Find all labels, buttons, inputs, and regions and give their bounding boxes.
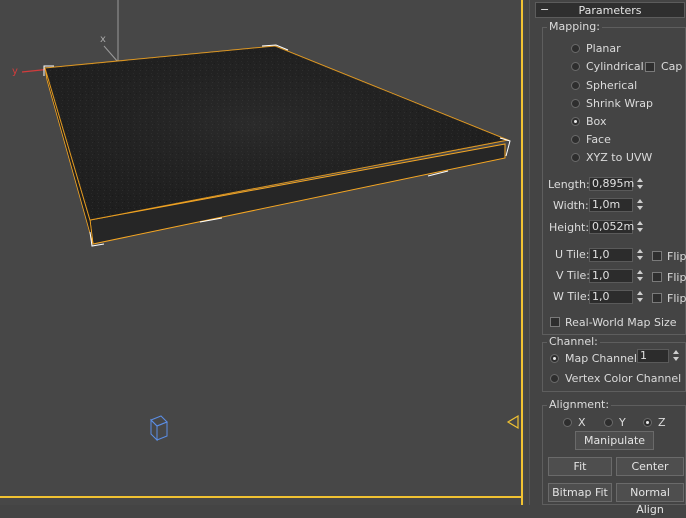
u-tile-input[interactable]: 1,0	[589, 248, 633, 262]
mapping-option-label: Spherical	[586, 79, 638, 92]
flip-label: Flip	[667, 292, 686, 305]
align-z-label: Z	[658, 416, 666, 429]
mapping-option-label: Shrink Wrap	[586, 97, 653, 110]
axis-y-label: y	[12, 66, 18, 77]
w-tile-input[interactable]: 1,0	[589, 290, 633, 304]
height-label: Height:	[549, 221, 590, 234]
width-spinner[interactable]	[636, 198, 645, 212]
align-x-label: X	[578, 416, 586, 429]
v-tile-spinner[interactable]	[636, 269, 645, 283]
length-input[interactable]: 0,895m	[589, 177, 634, 191]
flip-label: Flip	[667, 271, 686, 284]
v-tile-input[interactable]: 1,0	[589, 269, 633, 283]
width-label: Width:	[553, 199, 589, 212]
alignment-label: Alignment:	[547, 398, 612, 411]
mapping-option-label: Cylindrical	[586, 60, 644, 73]
axis-x-label: x	[100, 34, 106, 45]
cap-checkbox[interactable]	[645, 62, 655, 72]
v-flip-checkbox[interactable]	[652, 272, 662, 282]
real-world-map-size-label: Real-World Map Size	[565, 316, 677, 329]
mapping-option-label: Face	[586, 133, 611, 146]
v-tile-label: V Tile:	[556, 269, 590, 282]
radio-xyz-to-uvw[interactable]	[571, 153, 580, 162]
u-tile-spinner[interactable]	[636, 248, 645, 262]
length-spinner[interactable]	[636, 177, 645, 191]
align-x-radio[interactable]	[563, 418, 572, 427]
radio-planar[interactable]	[571, 44, 580, 53]
map-channel-input[interactable]: 1	[637, 349, 669, 363]
radio-box[interactable]	[571, 117, 580, 126]
w-tile-label: W Tile:	[553, 290, 591, 303]
height-input[interactable]: 0,052m	[589, 220, 634, 234]
parameters-rollout-header[interactable]: − Parameters	[535, 2, 685, 18]
mapping-option-label: Box	[586, 115, 607, 128]
align-y-radio[interactable]	[604, 418, 613, 427]
viewport-edge-marker-icon	[506, 414, 519, 430]
align-y-label: Y	[619, 416, 626, 429]
bitmap-fit-button[interactable]: Bitmap Fit	[548, 483, 612, 502]
mapping-option-label: Planar	[586, 42, 621, 55]
axis-x-line	[103, 45, 119, 63]
width-input[interactable]: 1,0m	[589, 198, 633, 212]
viewport-scene[interactable]: x y	[0, 0, 525, 505]
viewport-active-border	[521, 0, 523, 505]
vertex-color-channel-label: Vertex Color Channel	[565, 372, 682, 385]
radio-spherical[interactable]	[571, 81, 580, 90]
map-channel-label: Map Channel:	[565, 352, 641, 365]
rollout-title: Parameters	[578, 4, 642, 17]
radio-shrink-wrap[interactable]	[571, 99, 580, 108]
center-button[interactable]: Center	[616, 457, 684, 476]
align-z-radio[interactable]	[643, 418, 652, 427]
height-spinner[interactable]	[636, 220, 645, 234]
manipulate-button[interactable]: Manipulate	[575, 431, 654, 450]
length-label: Length:	[548, 178, 590, 191]
radio-face[interactable]	[571, 135, 580, 144]
mapping-label: Mapping:	[547, 20, 602, 33]
u-flip-checkbox[interactable]	[652, 251, 662, 261]
flip-label: Flip	[667, 250, 686, 263]
w-tile-spinner[interactable]	[636, 290, 645, 304]
fit-button[interactable]: Fit	[548, 457, 612, 476]
real-world-map-size-checkbox[interactable]	[550, 317, 560, 327]
radio-cylindrical[interactable]	[571, 62, 580, 71]
normal-align-button[interactable]: Normal Align	[616, 483, 684, 516]
vertex-color-channel-radio[interactable]	[550, 374, 559, 383]
cap-label: Cap	[661, 60, 683, 73]
w-flip-checkbox[interactable]	[652, 293, 662, 303]
viewport-active-border	[0, 496, 523, 498]
channel-label: Channel:	[547, 335, 600, 348]
map-channel-radio[interactable]	[550, 354, 559, 363]
perspective-viewport[interactable]: x y	[0, 0, 525, 505]
mapping-option-label: XYZ to UVW	[586, 151, 653, 164]
map-channel-spinner[interactable]	[672, 349, 681, 363]
viewcube-icon[interactable]	[150, 415, 168, 442]
u-tile-label: U Tile:	[555, 248, 590, 261]
